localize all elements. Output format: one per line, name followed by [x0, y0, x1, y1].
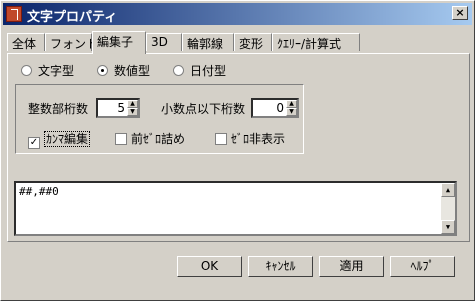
decimal-digits-label: 小数点以下桁数: [161, 102, 246, 116]
checkbox-comma-format[interactable]: ✓ ｶﾝﾏ編集: [28, 130, 91, 149]
tab-transform[interactable]: 変形: [234, 33, 272, 51]
decimal-digits-value: 0: [276, 101, 284, 115]
window-title: 文字プロパティ: [27, 10, 118, 25]
checkbox-hide-zero[interactable]: ｾﾞﾛ非表示: [215, 130, 285, 147]
spin-up-icon[interactable]: ▲: [127, 100, 138, 108]
cancel-button[interactable]: ｷｬﾝｾﾙ: [248, 256, 313, 277]
tab-panel-editor: 文字型 数値型 日付型 整数部桁数 5 ▲ ▼ 小数点以下桁数 0 ▲ ▼ ✓ …: [7, 53, 470, 242]
radio-dot: [173, 65, 184, 76]
checkbox-label: 前ｾﾞﾛ詰め: [131, 132, 186, 146]
radio-dot: [21, 65, 32, 76]
format-string-text: ##,##0: [19, 185, 59, 198]
format-string-textarea[interactable]: ##,##0 ▲ ▼: [14, 181, 457, 236]
radio-label: 数値型: [114, 64, 151, 78]
scroll-up-icon[interactable]: ▲: [441, 183, 455, 197]
integer-digits-value: 5: [117, 101, 125, 115]
tab-editor[interactable]: 編集子: [92, 31, 146, 54]
tab-general[interactable]: 全体: [7, 33, 45, 51]
properties-dialog: 文字プロパティ × 全体 フォント 編集子 3D 輪郭線 変形 ｸｴﾘｰ/計算式…: [0, 0, 475, 301]
app-icon: [6, 6, 22, 22]
radio-numeric-type[interactable]: 数値型: [97, 62, 150, 79]
radio-text-type[interactable]: 文字型: [21, 62, 74, 79]
title-bar[interactable]: 文字プロパティ ×: [3, 3, 472, 25]
ok-button[interactable]: OK: [177, 256, 242, 277]
apply-button[interactable]: 適用: [319, 256, 384, 277]
radio-date-type[interactable]: 日付型: [173, 62, 226, 79]
checkbox-box-checked: ✓: [28, 137, 40, 149]
tab-query-formula[interactable]: ｸｴﾘｰ/計算式: [272, 33, 360, 51]
checkbox-label: ｶﾝﾏ編集: [44, 131, 91, 147]
radio-dot-selected: [97, 65, 108, 76]
tab-3d[interactable]: 3D: [146, 33, 182, 51]
checkbox-zero-padding[interactable]: 前ｾﾞﾛ詰め: [115, 130, 185, 147]
tab-outline[interactable]: 輪郭線: [182, 33, 234, 51]
spin-up-icon[interactable]: ▲: [286, 100, 297, 108]
vertical-scrollbar[interactable]: ▲ ▼: [441, 183, 455, 234]
tab-font[interactable]: フォント: [45, 33, 98, 51]
checkbox-box: [215, 133, 227, 145]
checkbox-box: [115, 133, 127, 145]
close-button[interactable]: ×: [452, 6, 468, 20]
spin-down-icon[interactable]: ▼: [127, 108, 138, 116]
radio-label: 日付型: [190, 64, 227, 78]
radio-label: 文字型: [38, 64, 75, 78]
spin-down-icon[interactable]: ▼: [286, 108, 297, 116]
help-button[interactable]: ﾍﾙﾌﾟ: [390, 256, 455, 277]
scroll-down-icon[interactable]: ▼: [441, 220, 455, 234]
integer-digits-spinner[interactable]: 5 ▲ ▼: [96, 98, 140, 118]
integer-digits-label: 整数部桁数: [28, 102, 89, 116]
checkbox-label: ｾﾞﾛ非表示: [231, 132, 286, 146]
decimal-digits-spinner[interactable]: 0 ▲ ▼: [251, 98, 299, 118]
